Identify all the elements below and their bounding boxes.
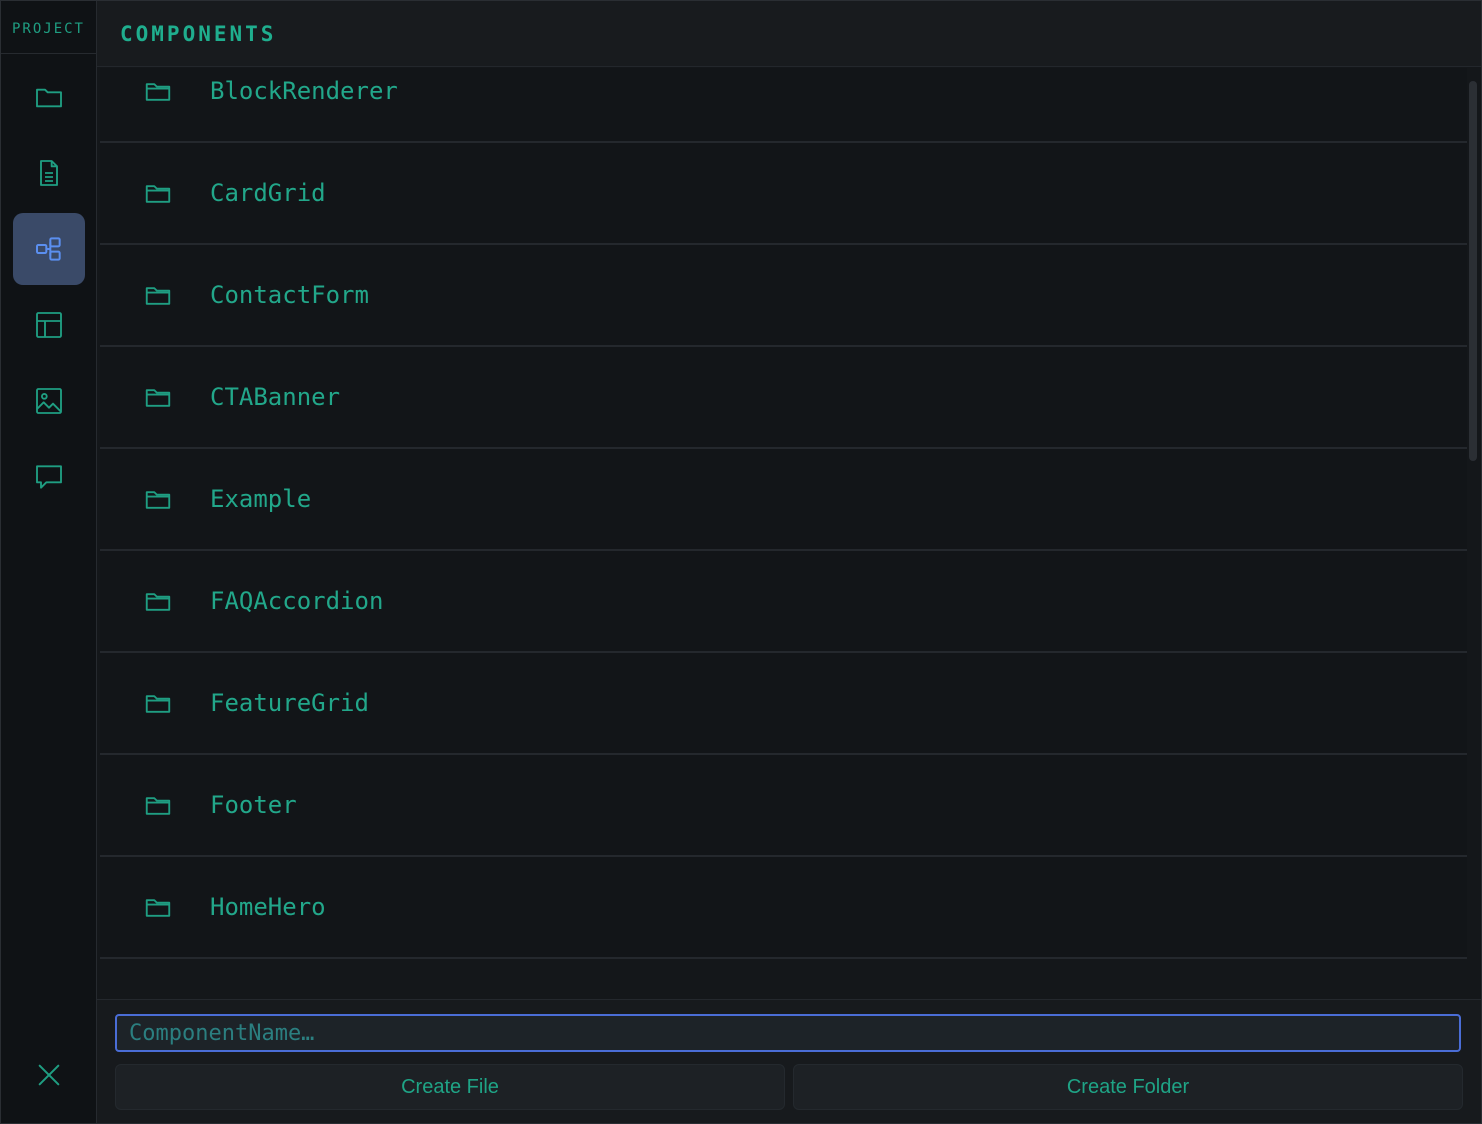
panel-header: COMPONENTS (97, 1, 1481, 67)
app-window: PROJECT COMPONENTS BlockRenderer CardGri… (0, 0, 1482, 1124)
folder-icon (143, 586, 173, 616)
rail-button-image[interactable] (13, 365, 85, 437)
folder-icon (143, 178, 173, 208)
create-footer: Create File Create Folder (97, 999, 1481, 1123)
list-item[interactable]: FAQAccordion (100, 551, 1467, 653)
list-item-label: FAQAccordion (210, 587, 384, 615)
close-icon (38, 1064, 60, 1086)
list-item-label: FeatureGrid (210, 689, 369, 717)
list-item-label: CTABanner (210, 383, 341, 411)
document-icon (40, 160, 58, 186)
rail-button-components[interactable] (13, 213, 85, 285)
sidebar-rail: PROJECT (1, 1, 97, 1123)
list-item-label: ContactForm (210, 281, 369, 309)
folder-icon (143, 484, 173, 514)
layout-icon (36, 312, 62, 338)
folder-icon (143, 76, 173, 106)
create-file-button[interactable]: Create File (115, 1064, 785, 1110)
list-item[interactable]: ContactForm (100, 245, 1467, 347)
create-file-label: Create File (401, 1075, 499, 1098)
list-item-label: HomeHero (210, 893, 326, 921)
list-item-label: Footer (210, 791, 297, 819)
component-list-inner: BlockRenderer CardGrid ContactForm CTABanne… (100, 68, 1467, 959)
page-title: COMPONENTS (120, 21, 277, 46)
folder-icon (143, 280, 173, 310)
scrollbar[interactable] (1469, 81, 1477, 461)
rail-title: PROJECT (1, 1, 96, 54)
list-item-label: Example (210, 485, 312, 513)
image-icon (36, 388, 62, 414)
list-item[interactable]: Footer (100, 755, 1467, 857)
component-list: BlockRenderer CardGrid ContactForm CTABanne… (97, 68, 1469, 998)
list-item-label: CardGrid (210, 179, 326, 207)
folder-icon (143, 382, 173, 412)
list-item[interactable]: FeatureGrid (100, 653, 1467, 755)
list-item[interactable]: Example (100, 449, 1467, 551)
folder-icon (143, 892, 173, 922)
chat-icon (36, 465, 62, 489)
list-item[interactable]: BlockRenderer (100, 68, 1467, 143)
folder-icon (143, 688, 173, 718)
create-folder-button[interactable]: Create Folder (793, 1064, 1463, 1110)
rail-button-chat[interactable] (13, 441, 85, 513)
list-item-label: BlockRenderer (210, 77, 398, 105)
rail-button-document[interactable] (13, 137, 85, 209)
list-item[interactable]: CardGrid (100, 143, 1467, 245)
component-name-input[interactable] (115, 1014, 1461, 1052)
rail-button-layout[interactable] (13, 289, 85, 361)
list-item[interactable]: HomeHero (100, 857, 1467, 959)
rail-button-folder[interactable] (13, 61, 85, 133)
folder-icon (36, 88, 62, 108)
create-folder-label: Create Folder (1066, 1075, 1190, 1098)
close-button[interactable] (13, 1039, 85, 1111)
components-panel: COMPONENTS BlockRenderer CardGrid ContactF… (97, 1, 1481, 1123)
folder-icon (143, 790, 173, 820)
list-item[interactable]: CTABanner (100, 347, 1467, 449)
components-icon (36, 237, 61, 261)
